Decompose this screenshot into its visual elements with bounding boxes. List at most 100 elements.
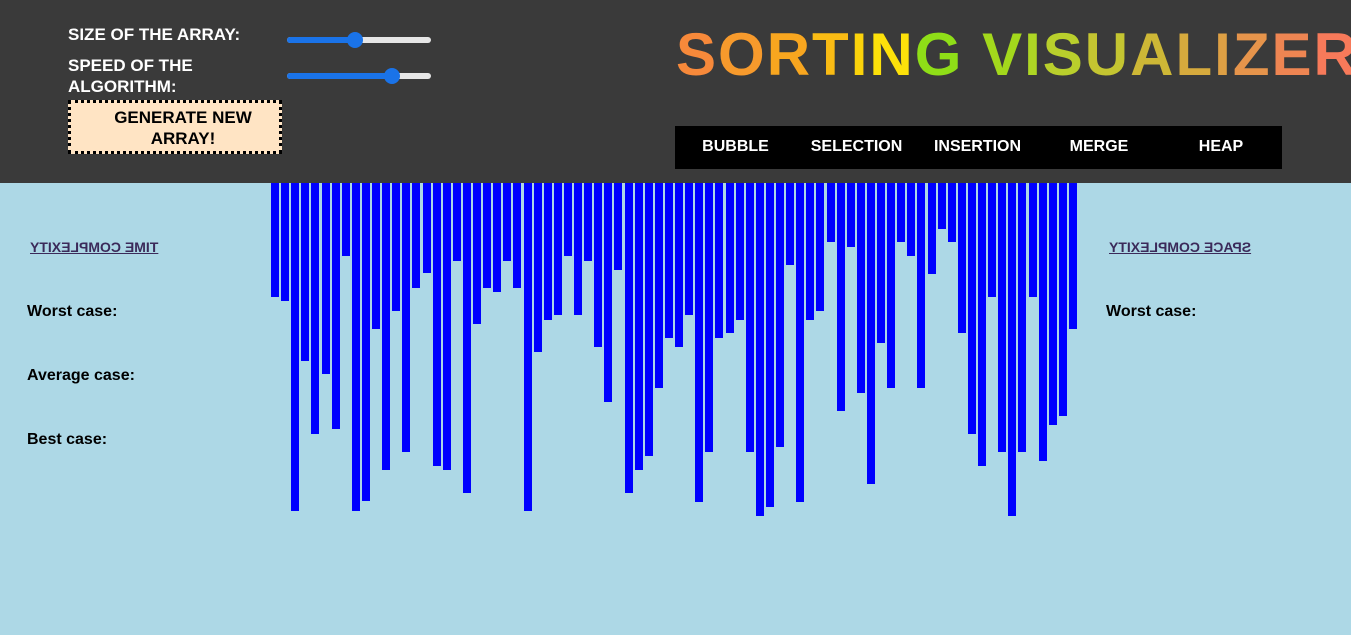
array-bar xyxy=(988,183,996,297)
array-bar xyxy=(756,183,764,516)
title-letter: S xyxy=(1042,21,1085,88)
visualizer-area: TIME COMPLEXITY Worst case: Average case… xyxy=(0,183,1351,635)
array-bar xyxy=(837,183,845,411)
title-letter: I xyxy=(850,21,870,88)
array-bar xyxy=(847,183,855,247)
array-bar xyxy=(524,183,532,511)
algorithm-speed-slider-thumb[interactable] xyxy=(384,68,401,84)
array-bar xyxy=(584,183,592,261)
array-bar xyxy=(392,183,400,311)
array-bar xyxy=(493,183,501,292)
generate-new-array-button[interactable]: GENERATE NEW ARRAY! xyxy=(68,100,282,154)
array-bar xyxy=(816,183,824,311)
space-complexity-link[interactable]: SPACE COMPLEXITY xyxy=(1109,239,1251,255)
array-bar xyxy=(594,183,602,347)
array-bar xyxy=(655,183,663,388)
array-bar xyxy=(322,183,330,374)
array-bar xyxy=(998,183,1006,452)
array-bar xyxy=(382,183,390,470)
time-average-case-label: Average case: xyxy=(27,367,135,384)
algorithm-speed-label: SPEED OF THE ALGORITHM: xyxy=(68,56,193,96)
array-bar xyxy=(635,183,643,470)
array-bar xyxy=(423,183,431,273)
array-bar xyxy=(311,183,319,434)
title-letter: S xyxy=(676,21,719,88)
array-bar xyxy=(695,183,703,502)
array-bar xyxy=(867,183,875,484)
array-bar xyxy=(1008,183,1016,516)
array-bar xyxy=(776,183,784,447)
title-letter xyxy=(963,21,982,88)
array-bar xyxy=(402,183,410,452)
array-bar xyxy=(1069,183,1077,329)
header: SIZE OF THE ARRAY: SPEED OF THE ALGORITH… xyxy=(0,0,1351,183)
array-bar xyxy=(433,183,441,466)
algorithm-nav: BUBBLE SELECTION INSERTION MERGE HEAP xyxy=(675,126,1282,169)
title-letter: U xyxy=(1084,21,1131,88)
array-bar xyxy=(453,183,461,261)
array-bar xyxy=(675,183,683,347)
array-bar xyxy=(928,183,936,274)
array-bar xyxy=(948,183,956,242)
array-bar xyxy=(574,183,582,315)
title-letter: A xyxy=(1130,21,1176,88)
merge-sort-button[interactable]: MERGE xyxy=(1038,126,1160,169)
title-letter: R xyxy=(766,21,813,88)
title-letter: O xyxy=(718,21,767,88)
bubble-sort-button[interactable]: BUBBLE xyxy=(675,126,796,169)
array-bar xyxy=(958,183,966,333)
array-bar xyxy=(564,183,572,256)
array-size-label: SIZE OF THE ARRAY: xyxy=(68,25,241,44)
array-bar xyxy=(1018,183,1026,452)
array-bar xyxy=(513,183,521,288)
time-best-case-label: Best case: xyxy=(27,431,108,448)
array-bar xyxy=(372,183,380,329)
array-bar xyxy=(443,183,451,470)
array-bar xyxy=(291,183,299,511)
array-bar xyxy=(685,183,693,315)
time-complexity-link[interactable]: TIME COMPLEXITY xyxy=(30,239,158,255)
array-bar xyxy=(554,183,562,315)
time-worst-case-label: Worst case: xyxy=(27,303,118,320)
page-title: SORTING VISUALIZER xyxy=(676,20,1351,90)
title-letter: N xyxy=(869,21,915,88)
array-bar xyxy=(483,183,491,288)
array-bar xyxy=(534,183,542,352)
array-bar xyxy=(625,183,633,493)
array-bar xyxy=(887,183,895,388)
array-bar xyxy=(281,183,289,301)
array-size-slider-fill xyxy=(287,37,355,43)
insertion-sort-button[interactable]: INSERTION xyxy=(917,126,1038,169)
array-bar xyxy=(857,183,865,393)
array-bar xyxy=(473,183,481,324)
array-bar xyxy=(332,183,340,429)
array-size-slider[interactable] xyxy=(287,32,431,48)
array-bar xyxy=(412,183,420,288)
array-bar xyxy=(978,183,986,466)
array-bar xyxy=(877,183,885,343)
array-size-slider-thumb[interactable] xyxy=(346,32,363,48)
array-bar xyxy=(897,183,905,242)
array-bar xyxy=(362,183,370,501)
array-bar xyxy=(271,183,279,297)
heap-sort-button[interactable]: HEAP xyxy=(1160,126,1282,169)
title-letter: G xyxy=(914,21,964,88)
title-letter: I xyxy=(1214,21,1233,88)
array-bar xyxy=(1029,183,1037,297)
array-bar xyxy=(1059,183,1067,416)
title-letter: V xyxy=(982,21,1025,88)
title-letter: T xyxy=(812,21,851,88)
array-bar xyxy=(938,183,946,229)
algorithm-speed-slider[interactable] xyxy=(287,68,431,84)
array-bar xyxy=(907,183,915,256)
space-worst-case-label: Worst case: xyxy=(1106,303,1197,320)
array-bar xyxy=(352,183,360,511)
title-letter: E xyxy=(1271,21,1314,88)
algorithm-speed-slider-fill xyxy=(287,73,393,79)
array-bar xyxy=(342,183,350,256)
array-bar xyxy=(645,183,653,456)
array-bar xyxy=(503,183,511,261)
selection-sort-button[interactable]: SELECTION xyxy=(796,126,917,169)
array-bar xyxy=(715,183,723,338)
array-bar xyxy=(736,183,744,320)
